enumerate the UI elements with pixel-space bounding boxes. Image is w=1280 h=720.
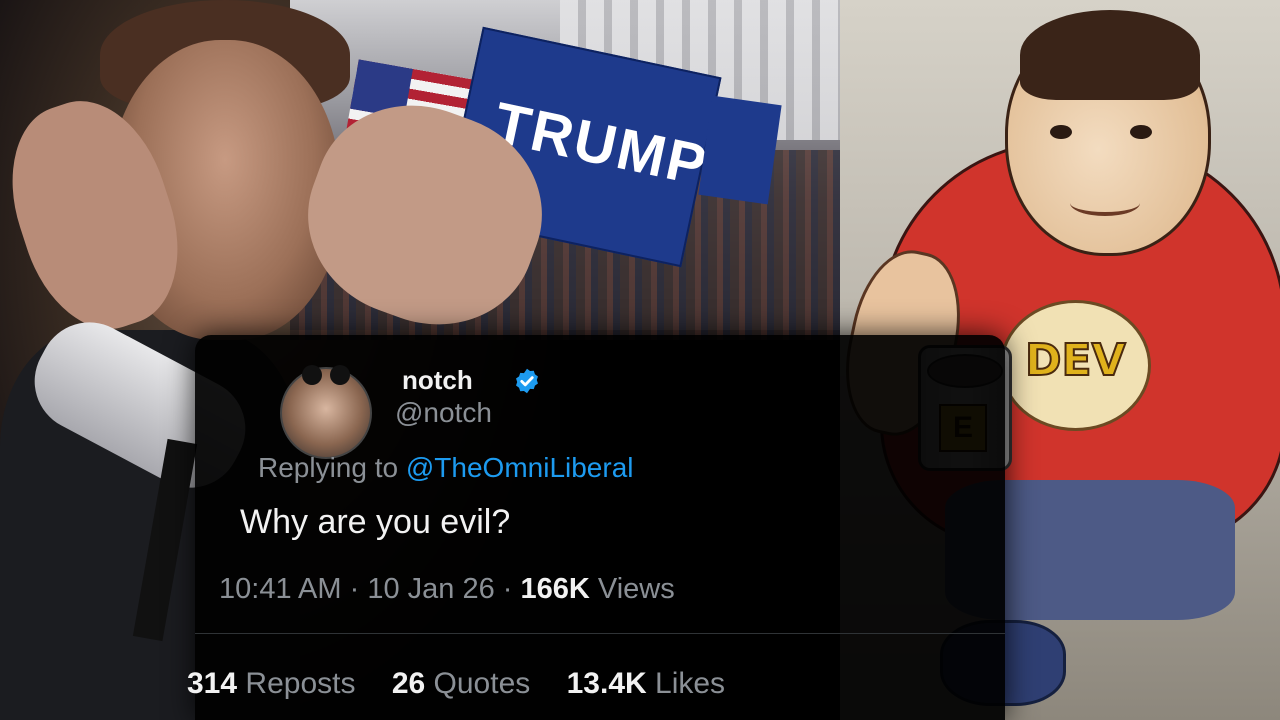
divider [195, 633, 1005, 634]
handle[interactable]: @notch [395, 397, 492, 429]
views-count: 166K [520, 573, 590, 605]
character-hair [1020, 10, 1200, 100]
meta-separator: · [349, 573, 368, 605]
meta-separator: · [502, 573, 521, 605]
tweet-meta: 10:41 AM · 10 Jan 26 · 166K Views [219, 573, 675, 606]
display-name[interactable]: notch [402, 365, 473, 396]
reposts-stat[interactable]: 314 Reposts [187, 667, 364, 700]
reposts-count: 314 [187, 667, 238, 700]
tweet-time[interactable]: 10:41 AM [219, 573, 342, 605]
character-eye-right [1130, 125, 1152, 139]
reposts-label: Reposts [245, 667, 356, 700]
dev-badge-text: DEV [1024, 334, 1127, 387]
tweet-card[interactable]: notch @notch Replying to @TheOmniLiberal… [187, 335, 1005, 720]
likes-count: 13.4K [566, 667, 647, 700]
mouse-ears-icon [302, 365, 350, 387]
likes-stat[interactable]: 13.4K Likes [567, 667, 725, 700]
verified-badge-icon [516, 368, 538, 394]
quotes-count: 26 [391, 667, 426, 700]
character-smile [1070, 190, 1140, 216]
character-eye-left [1050, 125, 1072, 139]
quotes-label: Quotes [433, 667, 531, 700]
likes-label: Likes [655, 667, 726, 700]
views-label: Views [597, 573, 675, 605]
reply-context: Replying to @TheOmniLiberal [258, 452, 634, 484]
quotes-stat[interactable]: 26 Quotes [392, 667, 539, 700]
dev-badge: DEV [1000, 300, 1151, 431]
reply-prefix: Replying to [258, 452, 399, 483]
tweet-text: Why are you evil? [240, 503, 511, 541]
avatar[interactable] [280, 365, 372, 459]
blue-flag [698, 95, 782, 205]
tweet-stats: 314 Reposts 26 Quotes 13.4K Likes [187, 667, 753, 701]
reply-mention-link[interactable]: @TheOmniLiberal [406, 452, 634, 483]
tweet-date[interactable]: 10 Jan 26 [367, 573, 494, 605]
